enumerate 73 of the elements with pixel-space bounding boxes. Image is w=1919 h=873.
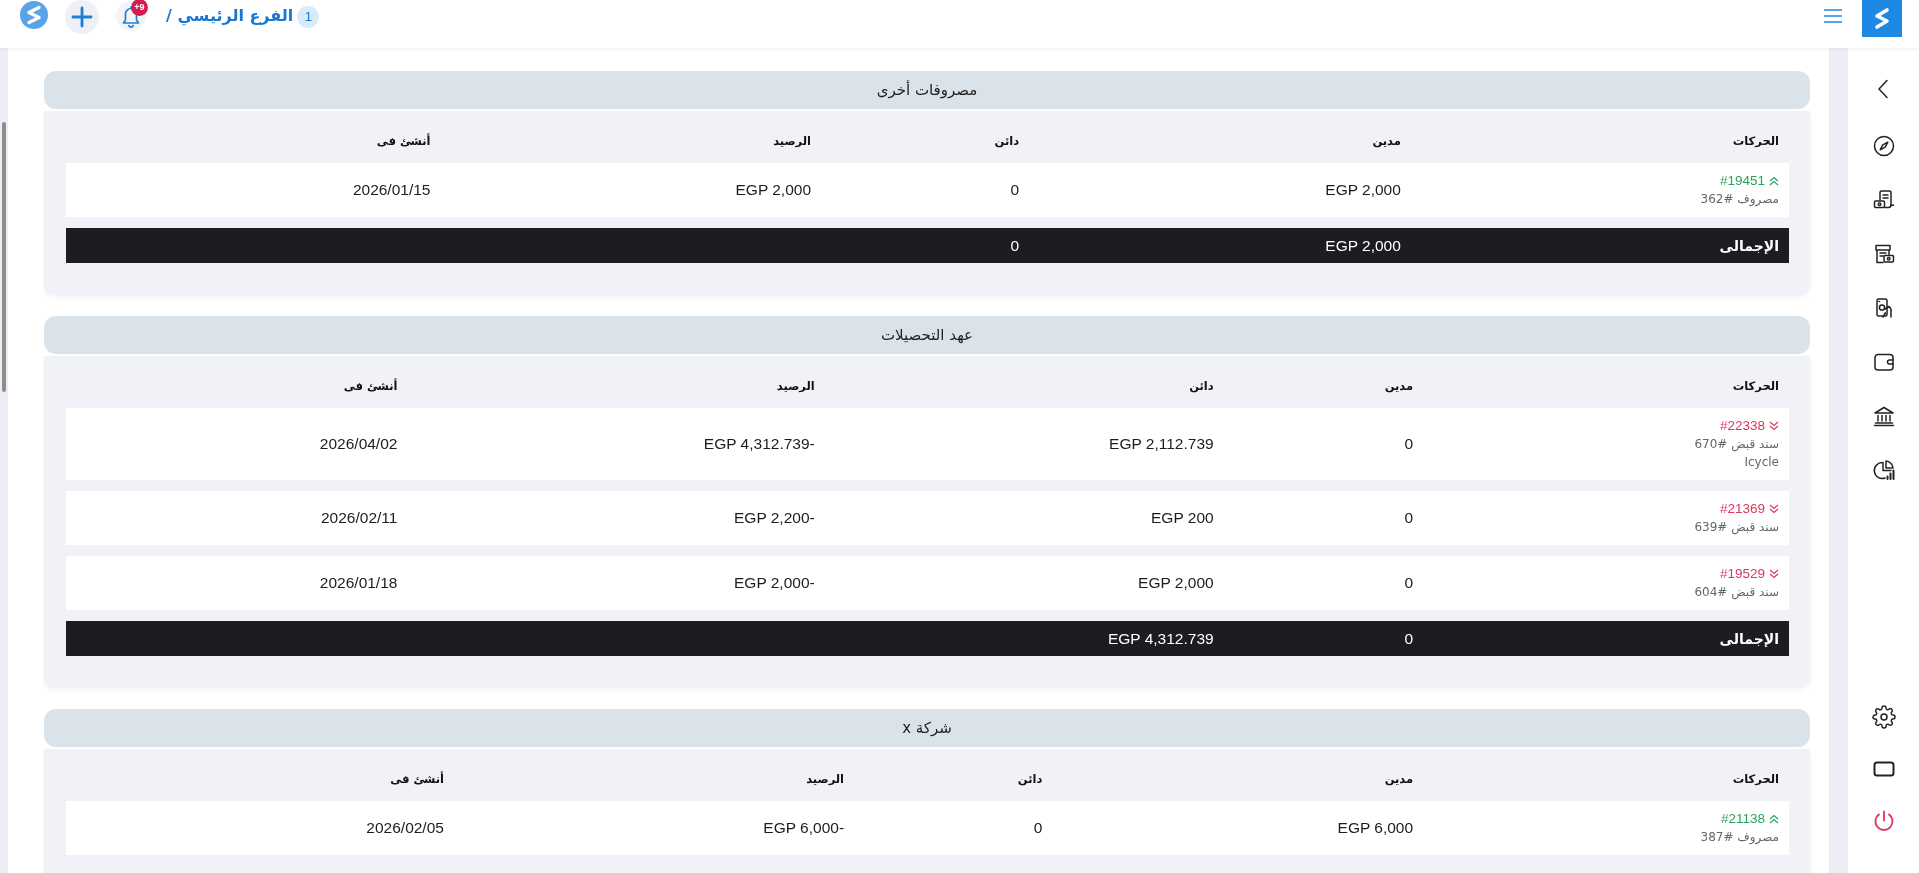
menu-icon[interactable] (1824, 9, 1842, 23)
column-header: دائن (1016, 771, 1044, 787)
scrollbar-thumb[interactable] (2, 122, 6, 392)
date-value: 2026/02/11 (321, 508, 398, 528)
transaction-description: سند قبض #639 (1694, 519, 1779, 536)
date-value: 2026/01/15 (352, 180, 431, 200)
credit-value: 0 (1033, 818, 1043, 838)
total-label: الإجمالى (1719, 629, 1779, 649)
date-value: 2026/02/05 (366, 818, 444, 838)
branch-badge: 1 (297, 6, 320, 28)
column-header: الحركات (1731, 133, 1780, 149)
column-header: أنشئ فى (375, 133, 432, 149)
logo-icon[interactable] (1862, 0, 1902, 37)
compass-icon[interactable] (1871, 134, 1896, 158)
transaction-link[interactable]: #21369 (1719, 500, 1765, 518)
double-chevron-down-icon (1769, 421, 1779, 431)
settings-icon[interactable] (1871, 705, 1896, 729)
balance-value: -EGP 2,200 (734, 508, 815, 528)
total-debit: EGP 2,000 (1325, 235, 1401, 256)
column-header: الحركات (1731, 378, 1780, 394)
transaction-link[interactable]: #22338 (1719, 417, 1765, 435)
transaction-description: مصروف #362 (1700, 191, 1779, 208)
credit-value: EGP 2,000 (1138, 573, 1214, 593)
column-header: الرصيد (775, 378, 816, 394)
balance-value: EGP 2,000 (735, 180, 812, 200)
transaction-description: مصروف #387 (1700, 829, 1779, 846)
column-header: دائن (993, 133, 1021, 149)
transaction-description: Icycle (1744, 454, 1779, 471)
column-header: الرصيد (805, 771, 846, 787)
total-debit: 0 (1404, 628, 1414, 649)
section-title: شركة x (44, 709, 1810, 747)
transaction-link[interactable]: #19529 (1719, 565, 1765, 583)
balance-value: -EGP 6,000 (763, 818, 845, 838)
column-header: الرصيد (772, 133, 813, 149)
transaction-description: سند قبض #604 (1694, 584, 1779, 601)
double-chevron-down-icon (1769, 504, 1779, 514)
notification-badge: +9 (131, 0, 148, 16)
pie-chart-icon[interactable] (1871, 458, 1896, 482)
credit-value: 0 (1010, 180, 1020, 200)
total-credit: EGP 4,312.739 (1107, 628, 1214, 649)
column-header: مدين (1371, 133, 1402, 149)
column-header: أنشئ فى (389, 771, 445, 787)
double-chevron-down-icon (1769, 569, 1779, 579)
debit-value: 0 (1404, 573, 1414, 593)
debit-value: 0 (1404, 508, 1414, 528)
double-chevron-up-icon (1769, 176, 1779, 186)
debit-value: 0 (1404, 434, 1414, 454)
balance-value: -EGP 2,000 (734, 573, 815, 593)
total-credit: 0 (1010, 235, 1020, 256)
balance-value: -EGP 4,312.739 (703, 434, 815, 454)
transaction-link[interactable]: #19451 (1719, 172, 1765, 190)
scrollbar[interactable] (0, 48, 8, 873)
bank-icon[interactable] (1871, 404, 1896, 428)
column-header: دائن (1188, 378, 1215, 394)
branch-breadcrumb[interactable]: الفرع الرئيسي / (166, 5, 294, 27)
credit-value: EGP 200 (1151, 508, 1214, 528)
section-title: مصروفات أخرى (44, 71, 1810, 109)
date-value: 2026/04/02 (319, 434, 398, 454)
debit-value: EGP 2,000 (1325, 180, 1401, 200)
debit-value: EGP 6,000 (1337, 818, 1414, 838)
credit-value: EGP 2,112.739 (1109, 434, 1214, 454)
transaction-link[interactable]: #21138 (1720, 810, 1765, 828)
column-header: مدين (1383, 771, 1415, 787)
date-value: 2026/01/18 (319, 573, 398, 593)
transaction-description: سند قبض #670 (1694, 436, 1779, 453)
column-header: أنشئ فى (342, 378, 399, 394)
total-label: الإجمالى (1719, 236, 1779, 256)
section-title: عهد التحصيلات (44, 316, 1810, 354)
logo-icon[interactable] (20, 1, 48, 29)
add-icon[interactable] (65, 0, 99, 34)
column-header: مدين (1383, 378, 1415, 394)
column-header: الحركات (1731, 771, 1780, 787)
double-chevron-up-icon (1769, 814, 1779, 824)
